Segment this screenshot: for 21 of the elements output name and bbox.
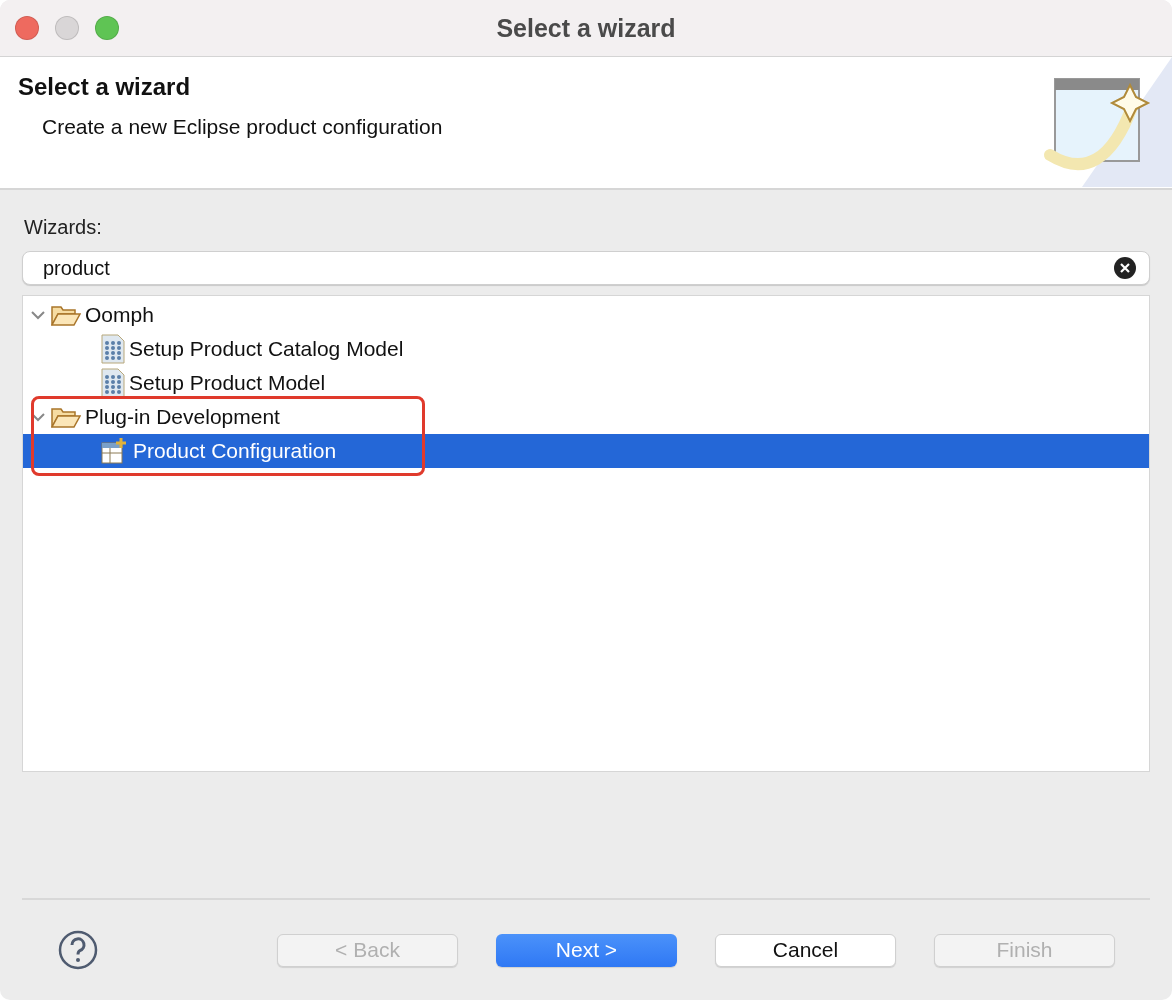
zoom-button[interactable]	[95, 16, 119, 40]
help-icon[interactable]	[58, 930, 98, 970]
tree-item[interactable]: Plug-in Development	[23, 400, 1149, 434]
window-title: Select a wizard	[495, 13, 677, 43]
page-description: Create a new Eclipse product configuration	[41, 115, 443, 139]
document-icon	[101, 334, 125, 364]
tree-item[interactable]: Setup Product Catalog Model	[23, 332, 1149, 366]
dialog-button[interactable]: Cancel	[715, 933, 896, 967]
tree-item[interactable]: Oomph	[23, 298, 1149, 332]
page-title: Select a wizard	[18, 73, 192, 101]
search-field[interactable]: product	[22, 251, 1150, 285]
close-button[interactable]	[15, 16, 39, 40]
tree-item[interactable]: Setup Product Model	[23, 366, 1149, 400]
wizards-label: Wizards:	[23, 216, 103, 239]
dialog-button[interactable]: Next >	[496, 933, 677, 967]
folder-icon	[51, 405, 81, 429]
folder-icon	[51, 303, 81, 327]
tree-item[interactable]: Product Configuration	[23, 434, 1149, 468]
table-plus-icon	[101, 437, 129, 465]
clear-icon[interactable]	[1114, 257, 1136, 279]
document-icon	[101, 368, 125, 398]
